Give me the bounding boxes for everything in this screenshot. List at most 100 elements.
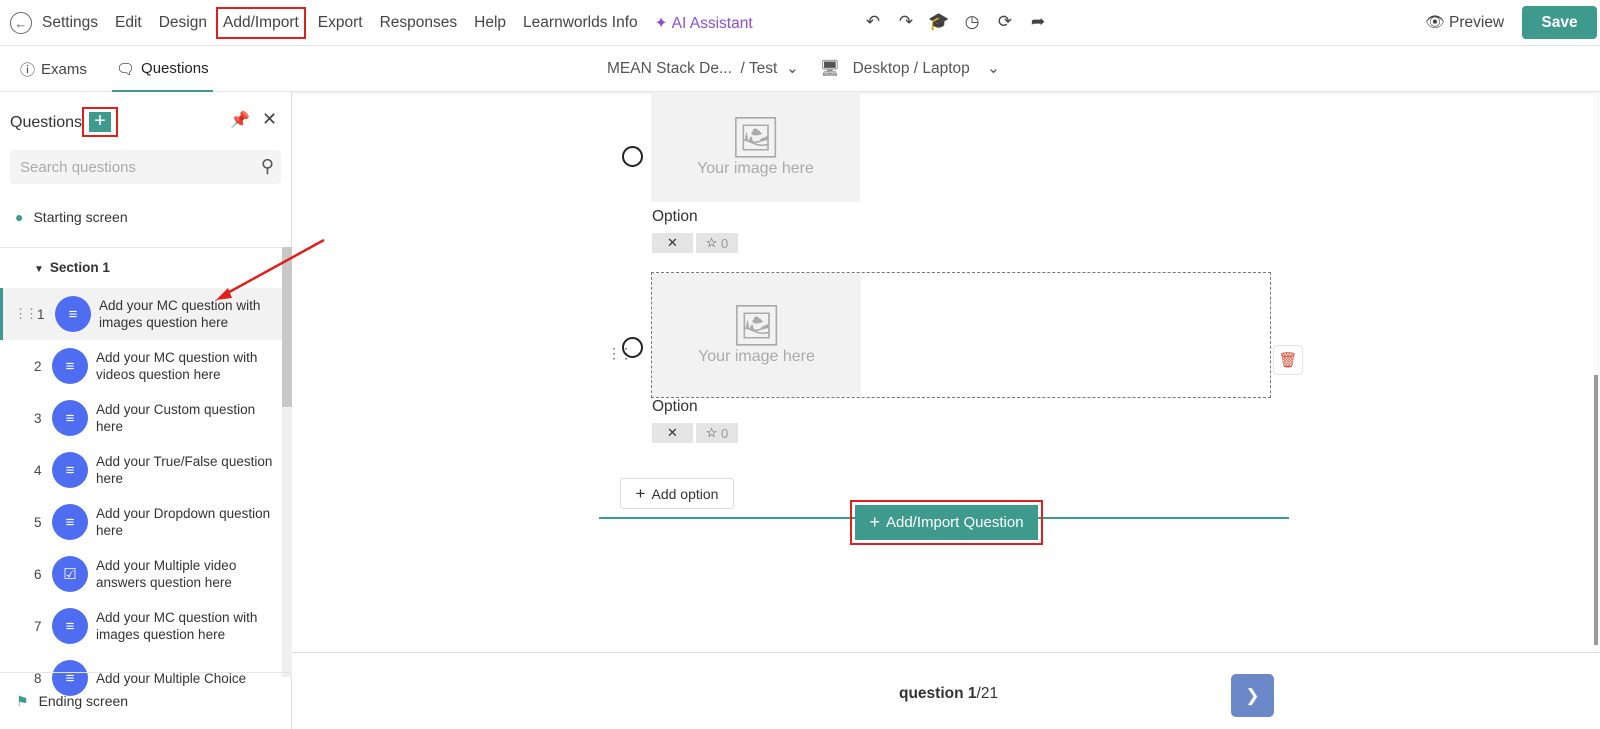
ending-screen-item[interactable]: ⚑ Ending screen <box>0 672 292 729</box>
question-title: Add your MC question with images questio… <box>96 610 258 642</box>
add-import-question-highlight: + Add/Import Question <box>850 500 1043 545</box>
sidebar-title: Questions <box>10 114 83 131</box>
trash-icon[interactable]: 🗑 <box>1273 345 1303 375</box>
option-controls: ✕ ☆ 0 <box>652 233 738 253</box>
clock-icon[interactable]: ◷ <box>961 12 983 32</box>
redo-icon[interactable]: ↷ <box>895 12 917 32</box>
chevron-right-icon: ❯ <box>1245 685 1260 705</box>
star-icon: ☆ <box>705 235 718 250</box>
close-icon[interactable]: ✕ <box>652 423 693 443</box>
caret-down-icon: ▼ <box>34 264 44 275</box>
preview-button[interactable]: 👁 Preview <box>1425 13 1504 32</box>
footer-navigation: question 1/21 ❯ <box>292 652 1600 729</box>
next-question-button[interactable]: ❯ <box>1231 674 1274 717</box>
question-number: 2 <box>34 358 42 374</box>
tab-bar: ⓘ Exams 🗨 Questions MEAN Stack De... / Tes… <box>0 47 1600 92</box>
add-question-button-highlight[interactable]: + <box>82 107 118 137</box>
top-bar: ← Settings Edit Design Add/Import Export… <box>0 0 1600 46</box>
plus-icon: + <box>635 483 646 503</box>
star-icon: ☆ <box>705 425 718 440</box>
option-label[interactable]: Option <box>652 208 698 226</box>
sparkle-icon: ✦ <box>654 14 668 32</box>
search-icon[interactable]: ⚲ <box>261 156 274 177</box>
drag-handle-icon[interactable]: ⋮⋮ <box>14 307 38 320</box>
close-icon[interactable]: ✕ <box>262 109 277 130</box>
tab-questions[interactable]: 🗨 Questions <box>112 47 213 92</box>
chevron-down-icon: ⌄ <box>987 60 1001 77</box>
menu-responses[interactable]: Responses <box>380 14 458 32</box>
question-number: 5 <box>34 514 42 530</box>
list-icon: ≡ <box>52 504 88 540</box>
question-list-item[interactable]: 6 ☑ Add your Multiple video answers questi… <box>0 548 282 600</box>
list-icon: ≡ <box>52 400 88 436</box>
menu-design[interactable]: Design <box>159 14 207 32</box>
chat-question-icon: 🗨 <box>116 60 136 78</box>
list-icon: ≡ <box>52 452 88 488</box>
question-list-item[interactable]: 3 ≡ Add your Custom question here <box>0 392 282 444</box>
questions-sidebar: Questions + 📌 ✕ Search questions ⚲ ● Star… <box>0 92 292 729</box>
question-number: 6 <box>34 566 42 582</box>
search-input[interactable]: Search questions <box>10 150 281 184</box>
graduation-cap-icon[interactable]: 🎓 <box>928 12 950 32</box>
share-icon[interactable]: ➦ <box>1027 12 1049 32</box>
score-control[interactable]: ☆ 0 <box>696 423 738 443</box>
question-title: Add your Custom question here <box>96 402 256 434</box>
image-icon: 🖼 <box>731 304 782 348</box>
image-placeholder[interactable]: 🖼 Your image here <box>651 92 860 202</box>
list-icon: ≡ <box>52 348 88 384</box>
breadcrumb[interactable]: MEAN Stack De... / Test ⌄ <box>607 59 799 78</box>
device-selector[interactable]: 🖥 Desktop / Laptop ⌄ <box>820 59 1000 78</box>
question-list-item[interactable]: 7 ≡ Add your MC question with images quest… <box>0 600 282 652</box>
question-list-item[interactable]: 2 ≡ Add your MC question with videos quest… <box>0 340 282 392</box>
plus-icon: + <box>869 512 880 532</box>
score-control[interactable]: ☆ 0 <box>696 233 738 253</box>
back-arrow-icon[interactable]: ← <box>10 12 32 34</box>
question-title: Add your Multiple video answers question… <box>96 558 237 590</box>
main-menu: Settings Edit Design Add/Import Export R… <box>42 0 787 46</box>
option-radio[interactable] <box>622 337 643 358</box>
question-title: Add your MC question with videos questio… <box>96 350 258 382</box>
list-icon: ≡ <box>55 296 91 332</box>
menu-export[interactable]: Export <box>318 14 363 32</box>
question-title: Add your True/False question here <box>96 454 273 486</box>
question-title: Add your Dropdown question here <box>96 506 271 538</box>
menu-help[interactable]: Help <box>474 14 506 32</box>
menu-edit[interactable]: Edit <box>115 14 142 32</box>
option-label[interactable]: Option <box>652 398 698 416</box>
question-number: 7 <box>34 618 42 634</box>
chevron-down-icon: ⌄ <box>785 60 799 77</box>
question-list: ⋮⋮ 1 ≡ Add your MC question with images que… <box>0 288 282 704</box>
save-button[interactable]: Save <box>1522 6 1597 39</box>
section-header[interactable]: ▼ Section 1 <box>34 260 110 275</box>
help-circle-icon: ⓘ <box>20 62 36 79</box>
menu-add-import[interactable]: Add/Import <box>215 7 306 39</box>
toolbar: ↶ ↷ 🎓 ◷ ⟳ ➦ <box>862 12 1049 32</box>
question-list-item[interactable]: 4 ≡ Add your True/False question here <box>0 444 282 496</box>
map-pin-icon: ● <box>15 209 24 225</box>
question-number: 3 <box>34 410 42 426</box>
add-import-question-button[interactable]: + Add/Import Question <box>855 505 1038 540</box>
close-icon[interactable]: ✕ <box>652 233 693 253</box>
canvas-scrollbar-thumb[interactable] <box>1594 375 1598 645</box>
menu-learnworlds-info[interactable]: Learnworlds Info <box>523 14 638 32</box>
flag-icon: ⚑ <box>16 692 29 709</box>
monitor-icon: 🖥 <box>820 60 840 77</box>
check-icon: ☑ <box>52 556 88 592</box>
question-list-item[interactable]: 5 ≡ Add your Dropdown question here <box>0 496 282 548</box>
add-option-button[interactable]: + Add option <box>620 478 734 509</box>
pin-icon[interactable]: 📌 <box>230 110 250 130</box>
tab-exams[interactable]: ⓘ Exams <box>20 47 87 92</box>
question-number: 4 <box>34 462 42 478</box>
option-controls: ✕ ☆ 0 <box>652 423 738 443</box>
refresh-icon[interactable]: ⟳ <box>994 12 1016 32</box>
menu-settings[interactable]: Settings <box>42 14 98 32</box>
menu-ai-assistant[interactable]: ✦ AI Assistant <box>655 14 770 33</box>
image-placeholder[interactable]: 🖼 Your image here <box>652 273 861 397</box>
list-icon: ≡ <box>52 608 88 644</box>
plus-icon[interactable]: + <box>89 111 111 132</box>
starting-screen-item[interactable]: ● Starting screen <box>15 209 128 225</box>
option-radio[interactable] <box>622 146 643 167</box>
undo-icon[interactable]: ↶ <box>862 12 884 32</box>
eye-icon: 👁 <box>1425 14 1445 31</box>
editor-canvas: 🖼 Your image here Option ✕ ☆ 0 ⋮⋮ 🖼 Your… <box>292 92 1600 652</box>
